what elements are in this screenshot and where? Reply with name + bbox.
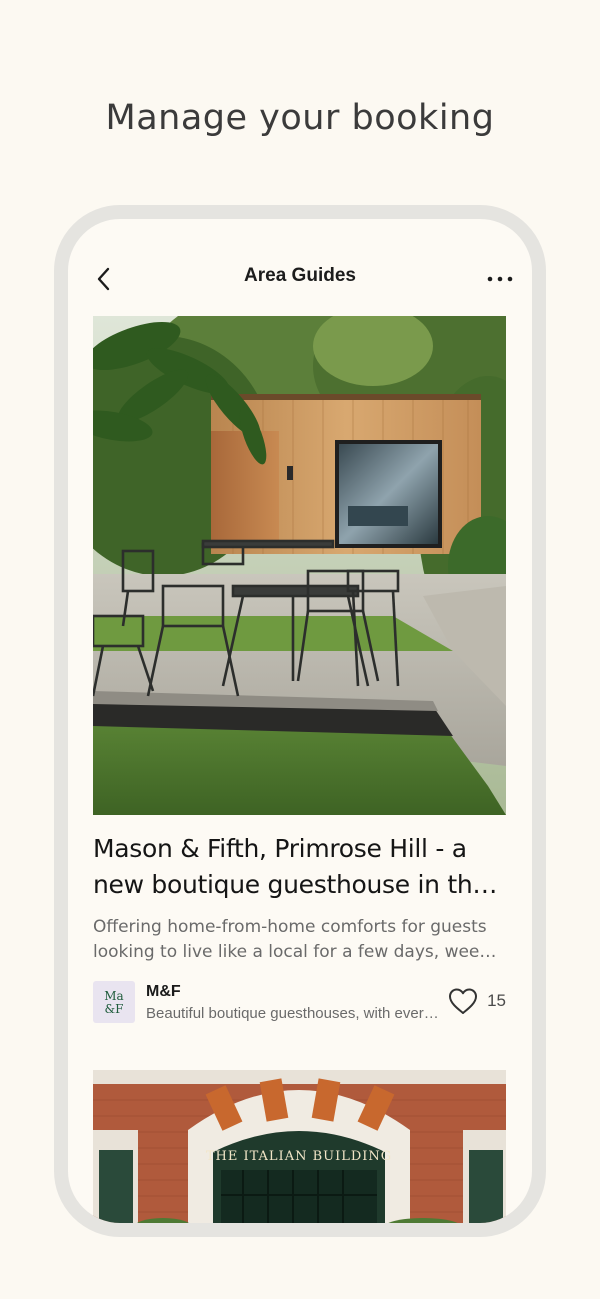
page-headline: Manage your booking: [105, 98, 495, 138]
back-button[interactable]: [86, 261, 122, 297]
svg-text:&F: &F: [104, 1002, 123, 1016]
top-nav-bar: Area Guides: [68, 259, 532, 299]
publisher-avatar[interactable]: Ma &F: [93, 981, 135, 1023]
next-guide-card[interactable]: THE ITALIAN BUILDING: [93, 1070, 506, 1223]
phone-screen: Area Guides Mason & Fifth, Primrose Hill…: [68, 219, 532, 1223]
like-button[interactable]: 15: [447, 987, 506, 1015]
guide-excerpt: Offering home-from-home comforts for gue…: [93, 917, 499, 962]
like-count: 15: [487, 991, 506, 1010]
chevron-left-icon: [97, 267, 110, 291]
italian-building-photo: THE ITALIAN BUILDING: [93, 1070, 506, 1223]
guide-meta-row: Ma &F M&F Beautiful boutique guesthouses…: [93, 981, 506, 1029]
building-sign-text: THE ITALIAN BUILDING: [206, 1149, 392, 1164]
phone-frame: Area Guides Mason & Fifth, Primrose Hill…: [54, 205, 546, 1237]
heart-icon: [449, 988, 478, 1014]
guide-title[interactable]: Mason & Fifth, Primrose Hill - a new bou…: [93, 831, 506, 903]
publisher-logo: Ma &F: [104, 989, 123, 1016]
publisher-name[interactable]: M&F: [146, 983, 181, 1001]
publisher-tagline: Beautiful boutique guesthouses, with eve…: [146, 1005, 446, 1022]
guide-card[interactable]: Mason & Fifth, Primrose Hill - a new bou…: [93, 316, 506, 1029]
more-options-button[interactable]: [482, 261, 518, 297]
svg-text:Ma: Ma: [104, 989, 123, 1003]
guesthouse-garden-photo: [93, 316, 506, 815]
ellipsis-icon: [487, 276, 513, 282]
screen-title: Area Guides: [244, 265, 356, 286]
